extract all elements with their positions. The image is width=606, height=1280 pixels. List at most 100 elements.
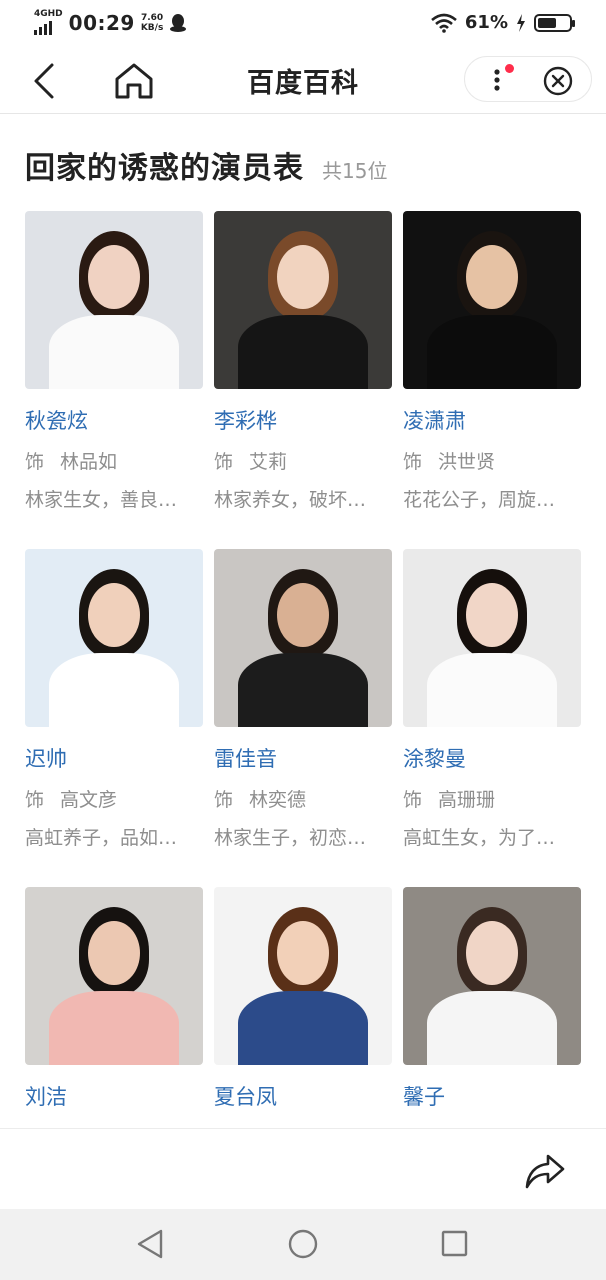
actor-photo[interactable] <box>214 211 392 389</box>
actor-name[interactable]: 迟帅 <box>25 743 203 773</box>
actor-role: 饰艾莉 <box>214 447 392 475</box>
role-name: 高珊珊 <box>438 789 496 811</box>
role-name: 高文彦 <box>60 789 118 811</box>
photo-face <box>277 921 329 985</box>
actor-name[interactable]: 馨子 <box>403 1081 581 1111</box>
actor-name[interactable]: 秋瓷炫 <box>25 405 203 435</box>
actor-photo[interactable] <box>214 887 392 1065</box>
photo-body <box>238 315 368 389</box>
actor-role: 饰洪世贤 <box>403 447 581 475</box>
role-prefix: 饰 <box>403 451 423 473</box>
photo-body <box>427 991 557 1065</box>
role-description: 林家养女，破坏… <box>214 489 367 511</box>
cast-card[interactable]: 刘洁 <box>25 887 203 1128</box>
cast-title: 回家的诱惑的演员表 <box>25 151 304 186</box>
role-prefix: 饰 <box>25 451 45 473</box>
actor-name[interactable]: 李彩桦 <box>214 405 392 435</box>
photo-body <box>49 653 179 727</box>
actor-photo[interactable] <box>25 211 203 389</box>
actor-name[interactable]: 刘洁 <box>25 1081 203 1111</box>
role-description: 花花公子，周旋… <box>403 489 556 511</box>
cast-grid: 秋瓷炫饰林品如 林家生女，善良… 李彩桦饰艾莉 林家养女，破坏… 凌潇肃饰洪世贤 花花公子… <box>25 211 582 1128</box>
nav-home-circle-icon[interactable] <box>288 1229 318 1259</box>
speed-unit: KB/s <box>140 22 164 33</box>
more-icon[interactable] <box>487 67 507 93</box>
notification-dot <box>505 64 514 73</box>
photo-body <box>427 315 557 389</box>
nav-back-triangle-icon[interactable] <box>135 1228 165 1260</box>
cast-card[interactable]: 迟帅饰高文彦高虹养子，品如… <box>25 549 203 887</box>
role-name: 艾莉 <box>249 451 288 473</box>
role-description: 高虹养子，品如… <box>25 827 178 849</box>
photo-face <box>277 245 329 309</box>
top-nav-bar: 百度百科 <box>0 48 606 114</box>
role-name: 林奕德 <box>249 789 307 811</box>
photo-face <box>88 921 140 985</box>
signal-icon <box>34 21 63 35</box>
nav-recent-square-icon[interactable] <box>441 1230 468 1257</box>
cast-count: 共15位 <box>322 159 388 183</box>
close-icon[interactable] <box>543 66 573 96</box>
role-description: 高虹生女，为了… <box>403 827 556 849</box>
cast-card[interactable]: 馨子 <box>403 887 581 1128</box>
wifi-icon <box>431 13 457 33</box>
role-name: 林品如 <box>60 451 118 473</box>
network-speed: 7.60 KB/s <box>141 13 163 33</box>
role-prefix: 饰 <box>403 789 423 811</box>
photo-face <box>466 921 518 985</box>
photo-face <box>466 583 518 647</box>
role-name: 洪世贤 <box>438 451 496 473</box>
actor-photo[interactable] <box>403 549 581 727</box>
photo-body <box>238 991 368 1065</box>
mini-app-capsule <box>464 56 592 102</box>
role-prefix: 饰 <box>214 789 234 811</box>
photo-body <box>49 991 179 1065</box>
actor-photo[interactable] <box>214 549 392 727</box>
cast-card[interactable]: 李彩桦饰艾莉林家养女，破坏… <box>214 211 392 549</box>
actor-role: 饰林奕德 <box>214 785 392 813</box>
cast-card[interactable]: 凌潇肃饰洪世贤花花公子，周旋… <box>403 211 581 549</box>
actor-role: 饰林品如 <box>25 447 203 475</box>
role-description: 林家生子，初恋… <box>214 827 367 849</box>
status-right: 61% <box>431 12 575 33</box>
actor-photo[interactable] <box>403 887 581 1065</box>
speed-value: 7.60 <box>140 12 164 23</box>
actor-photo[interactable] <box>25 549 203 727</box>
clock: 00:29 <box>68 10 135 35</box>
main-content[interactable]: 回家的诱惑的演员表 共15位 秋瓷炫饰林品如 林家生女，善良… 李彩桦饰艾莉 林家养女… <box>0 115 606 1128</box>
cast-card[interactable]: 涂黎曼饰高珊珊高虹生女，为了… <box>403 549 581 887</box>
status-bar: 4GHD 00:29 7.60 KB/s 61% <box>0 0 606 48</box>
actor-photo[interactable] <box>403 211 581 389</box>
role-prefix: 饰 <box>214 451 234 473</box>
cast-card[interactable]: 秋瓷炫饰林品如林家生女，善良… <box>25 211 203 549</box>
network-indicator: 4GHD <box>34 10 63 35</box>
photo-body <box>49 315 179 389</box>
network-type: 4GHD <box>34 9 63 19</box>
photo-face <box>88 583 140 647</box>
cast-card[interactable]: 夏台凤 <box>214 887 392 1128</box>
photo-face <box>277 583 329 647</box>
role-description: 林家生女，善良… <box>25 489 178 511</box>
actor-name[interactable]: 涂黎曼 <box>403 743 581 773</box>
bottom-action-bar <box>0 1128 606 1209</box>
actor-photo[interactable] <box>25 887 203 1065</box>
system-nav-bar <box>0 1209 606 1280</box>
photo-body <box>238 653 368 727</box>
photo-face <box>466 245 518 309</box>
status-left: 4GHD 00:29 7.60 KB/s <box>34 10 187 35</box>
qq-notification-icon <box>170 13 187 32</box>
photo-body <box>427 653 557 727</box>
cast-card[interactable]: 雷佳音饰林奕德林家生子，初恋… <box>214 549 392 887</box>
share-icon[interactable] <box>524 1153 566 1191</box>
actor-name[interactable]: 雷佳音 <box>214 743 392 773</box>
cast-header: 回家的诱惑的演员表 共15位 <box>25 143 387 187</box>
battery-fill <box>538 17 557 28</box>
actor-role: 饰高珊珊 <box>403 785 581 813</box>
actor-role: 饰高文彦 <box>25 785 203 813</box>
actor-name[interactable]: 夏台凤 <box>214 1081 392 1111</box>
actor-name[interactable]: 凌潇肃 <box>403 405 581 435</box>
charging-icon <box>517 13 525 32</box>
battery-icon <box>534 13 575 32</box>
battery-percent: 61% <box>464 12 508 33</box>
role-prefix: 饰 <box>25 789 45 811</box>
